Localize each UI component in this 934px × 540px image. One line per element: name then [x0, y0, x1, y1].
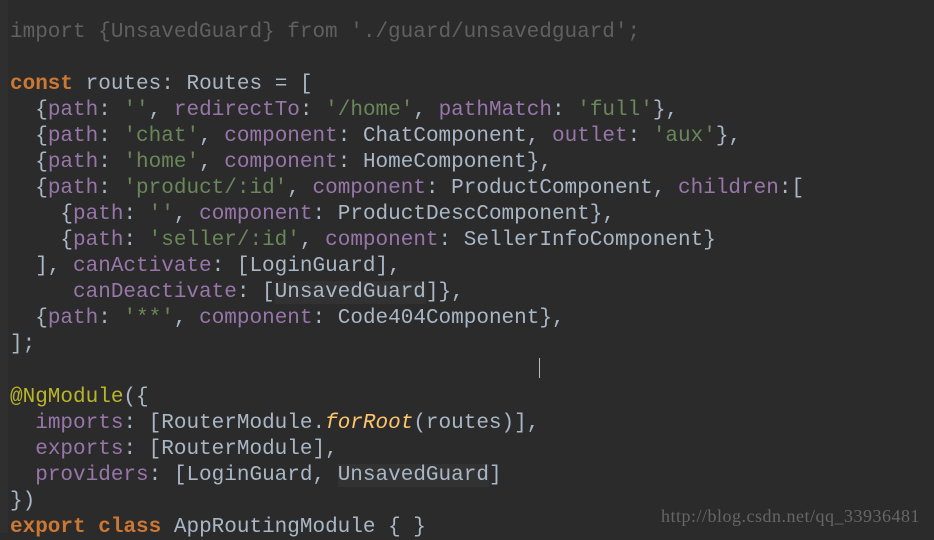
code-line: {path: '', component: ProductDescCompone…: [10, 203, 615, 226]
text-cursor: [539, 358, 540, 378]
code-line: {path: 'chat', component: ChatComponent,…: [10, 125, 741, 148]
code-line: }): [10, 490, 35, 513]
code-line: ];: [10, 333, 35, 356]
watermark: http://blog.csdn.net/qq_33936481: [661, 506, 920, 527]
code-line: [10, 360, 540, 383]
code-editor[interactable]: import {UnsavedGuard} from './guard/unsa…: [10, 0, 934, 540]
code-line: {path: '**', component: Code404Component…: [10, 307, 565, 330]
code-line: {path: 'product/:id', component: Product…: [10, 177, 804, 200]
code-line: providers: [LoginGuard, UnsavedGuard]: [10, 464, 502, 487]
code-line: import {UnsavedGuard} from './guard/unsa…: [10, 21, 640, 44]
code-line: ], canActivate: [LoginGuard],: [10, 255, 401, 278]
code-line: imports: [RouterModule.forRoot(routes)],: [10, 412, 539, 435]
gutter: [0, 0, 8, 533]
code-line: {path: '', redirectTo: '/home', pathMatc…: [10, 99, 678, 122]
code-line: {path: 'seller/:id', component: SellerIn…: [10, 229, 716, 252]
code-line: @NgModule({: [10, 386, 149, 409]
code-line: canDeactivate: [UnsavedGuard]},: [10, 281, 464, 304]
code-line: const routes: Routes = [: [10, 73, 313, 96]
code-line: exports: [RouterModule],: [10, 438, 338, 461]
code-line: {path: 'home', component: HomeComponent}…: [10, 151, 552, 174]
code-line: export class AppRoutingModule { }: [10, 516, 426, 539]
